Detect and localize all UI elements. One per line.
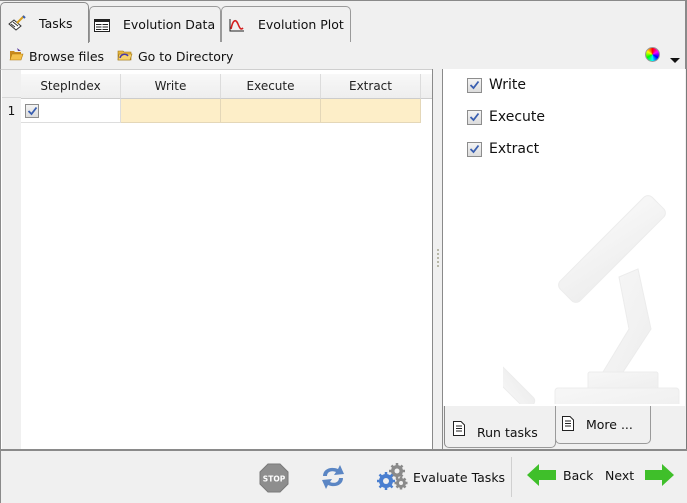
tab-more-label: More ... (586, 417, 633, 432)
refresh-icon (322, 465, 344, 489)
go-to-directory-label: Go to Directory (138, 48, 234, 64)
tab-evolution-plot[interactable]: Evolution Plot (221, 6, 351, 43)
option-write-label: Write (489, 77, 526, 93)
stop-icon: STOP (259, 463, 289, 493)
folder-go-icon (117, 48, 133, 65)
refresh-button[interactable] (319, 462, 347, 492)
go-to-directory-button[interactable]: Go to Directory (117, 46, 233, 66)
arrow-left-icon (527, 464, 556, 486)
arrow-right-icon (645, 464, 675, 486)
right-tab-strip: Run tasks More ... (443, 406, 685, 449)
browse-files-label: Browse files (29, 48, 105, 64)
option-extract-label: Extract (489, 141, 540, 157)
tab-evolution-data-label: Evolution Data (123, 17, 216, 32)
toolbar-dropdown-arrow-icon[interactable] (670, 58, 680, 63)
row-number[interactable]: 1 (2, 99, 21, 123)
bottom-separator (511, 457, 512, 497)
checkmark-icon (27, 106, 37, 115)
column-header-stepindex[interactable]: StepIndex (21, 74, 121, 99)
splitter-grip-icon (437, 249, 439, 269)
tab-run-tasks[interactable]: Run tasks (444, 406, 556, 448)
stop-icon-label: STOP (263, 475, 286, 484)
task-table: StepIndex Write Execute Extract 1 (0, 69, 436, 450)
execute-checkbox[interactable] (467, 109, 482, 125)
tab-tasks-label: Tasks (39, 16, 73, 31)
panel-splitter[interactable] (432, 69, 443, 449)
tab-run-tasks-label: Run tasks (477, 425, 538, 440)
tab-more[interactable]: More ... (555, 406, 651, 444)
row-header-column (2, 70, 21, 450)
toolbar: Browse files Go to Directory (0, 42, 687, 69)
gears-icon (377, 463, 408, 490)
table-cell-write[interactable] (121, 99, 221, 123)
option-execute-label: Execute (489, 109, 545, 125)
table-icon (93, 17, 111, 33)
document-icon (453, 420, 465, 439)
option-execute[interactable]: Execute (467, 109, 545, 125)
column-header-execute[interactable]: Execute (221, 74, 321, 99)
back-label: Back (563, 467, 594, 483)
checkmark-icon (469, 144, 480, 154)
column-header-extract[interactable]: Extract (321, 74, 421, 99)
folder-open-icon (9, 47, 24, 65)
checkmark-icon (469, 112, 480, 122)
table-cell-extract[interactable] (321, 99, 421, 123)
table-cell-stepindex[interactable] (21, 99, 121, 123)
step-checkbox[interactable] (25, 103, 39, 118)
evaluate-tasks-button[interactable]: Evaluate Tasks (375, 462, 505, 492)
column-header-write[interactable]: Write (121, 74, 221, 99)
microscope-watermark-icon (503, 195, 680, 404)
run-tasks-panel: Write Execute Extract (443, 69, 685, 406)
option-extract[interactable]: Extract (467, 141, 539, 157)
back-button[interactable]: Back (527, 464, 593, 486)
tab-tasks[interactable]: Tasks (0, 2, 89, 43)
plot-icon (228, 17, 246, 33)
tab-evolution-data[interactable]: Evolution Data (89, 6, 221, 43)
table-cell-execute[interactable] (221, 99, 321, 123)
write-checkbox[interactable] (467, 77, 482, 93)
app-window: Tasks Evolution Data Evolution Plot Brow… (0, 0, 687, 503)
tab-evolution-plot-label: Evolution Plot (258, 17, 344, 32)
next-button[interactable]: Next (605, 464, 675, 486)
tasks-icon (8, 15, 26, 31)
color-wheel-icon[interactable] (645, 47, 660, 62)
evaluate-tasks-label: Evaluate Tasks (413, 469, 506, 485)
next-label: Next (605, 467, 635, 483)
bottom-action-bar: STOP Evaluate Tasks Back Next (0, 449, 687, 503)
table-corner (2, 74, 21, 98)
browse-files-button[interactable]: Browse files (9, 46, 104, 66)
extract-checkbox[interactable] (467, 141, 482, 157)
document-icon (562, 415, 574, 434)
stop-button[interactable]: STOP (259, 463, 289, 493)
checkmark-icon (469, 80, 480, 90)
option-write[interactable]: Write (467, 77, 526, 93)
tab-strip: Tasks Evolution Data Evolution Plot (0, 0, 687, 43)
